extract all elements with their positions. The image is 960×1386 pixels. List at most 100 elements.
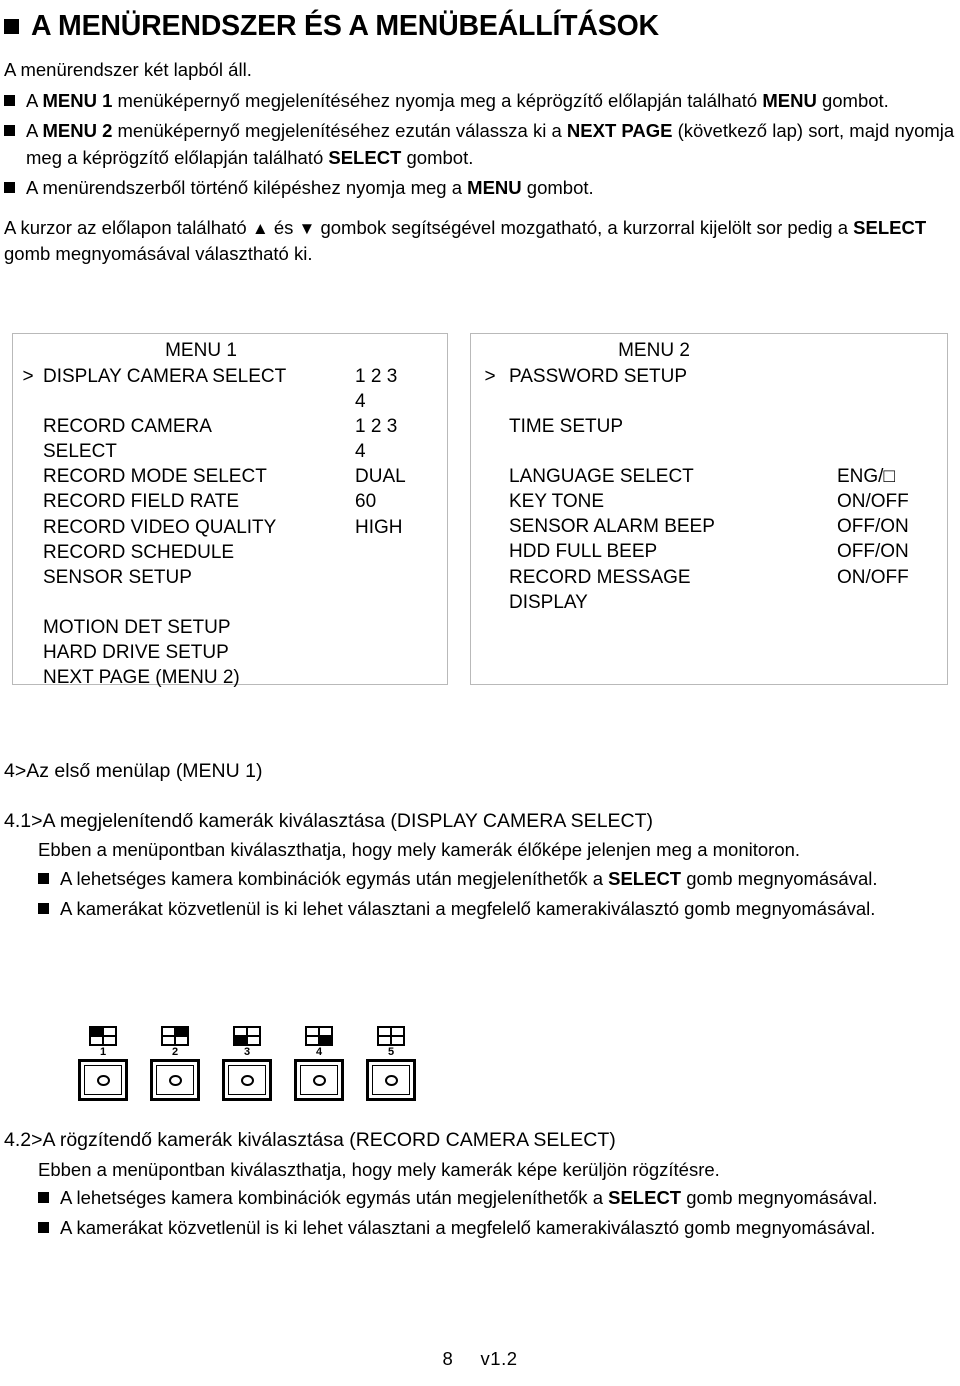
page-title-text: A MENÜRENDSZER ÉS A MENÜBEÁLLÍTÁSOK [31,10,659,42]
quad-cell [378,1036,391,1045]
menu-1-row-label: RECORD SCHEDULE [43,541,235,563]
menu-2-row[interactable] [471,439,947,464]
camera-select-button-4[interactable]: 4 [290,1026,348,1101]
menu-1-row-label: RECORD MODE SELECT [43,466,267,488]
section-4-1-body: Ebben a menüpontban kiválaszthatja, hogy… [38,839,801,861]
section-4-2: 4.2>A rögzítendő kamerák kiválasztása (R… [4,1127,956,1245]
menu-1-row[interactable]: RECORD FIELD RATE 60 [13,489,447,514]
bullet-item-text: A kamerákat közvetlenül is ki lehet vála… [60,896,956,922]
section-4-heading: 4>Az első menülap (MENU 1) [4,760,263,782]
camera-button-number-label: 4 [315,1046,323,1058]
menu-1-row-value: 1 2 3 [355,416,398,438]
menu-1-row[interactable]: RECORD CAMERA 1 2 3 [13,414,447,439]
menu-1-row-label: SELECT [43,441,117,463]
bullet-item-text: A lehetséges kamera kombinációk egymás u… [60,1185,956,1211]
emphasis-text: SELECT [853,217,927,239]
text-run: gomb megnyomásával. [681,867,878,889]
camera-select-button-3[interactable]: 3 [218,1026,276,1101]
menu-2-row-value: ENG/□ [837,466,895,488]
quad-cell [319,1027,332,1036]
section-4: 4>Az első menülap (MENU 1) 4.1>A megjele… [4,758,956,926]
menu-1-row[interactable]: SENSOR SETUP [13,565,447,590]
quad-view-indicator-icon [377,1026,405,1046]
bullet-item-text: A kamerákat közvetlenül is ki lehet vála… [60,1215,956,1241]
quad-cell [247,1027,260,1036]
quad-cell [175,1036,188,1045]
filled-square-bullet-icon [4,95,15,107]
menu-2-row-label: RECORD MESSAGE [509,566,691,588]
bullet-item-text: A lehetséges kamera kombinációk egymás u… [60,866,956,892]
text-run: A lehetséges kamera kombinációk egymás u… [60,1186,609,1208]
menu-1-row[interactable]: > DISPLAY CAMERA SELECT 1 2 3 [13,364,447,389]
quad-cell [103,1036,116,1045]
up-triangle-icon: ▲ [251,219,269,239]
text-run: menüképernyő megjelenítéséhez nyomja meg… [112,90,763,112]
quad-cell [175,1027,188,1036]
bullet-item-text: A MENU 2 menüképernyő megjelenítéséhez e… [26,118,960,171]
quad-cell [234,1036,247,1045]
menu-1-row[interactable]: RECORD SCHEDULE [13,540,447,565]
push-button-dot-icon [240,1074,254,1086]
text-run: A [26,90,43,112]
menu-1-row[interactable]: SELECT 4 [13,439,447,464]
menu-screens-figure: MENU 1 > DISPLAY CAMERA SELECT 1 2 3 4 RECOR… [12,333,948,688]
menu-2-row-label: LANGUAGE SELECT [509,466,694,488]
menu-1-row[interactable]: MOTION DET SETUP [13,615,447,640]
footer-version: v1.2 [480,1348,518,1369]
page-footer: 8 v1.2 [0,1348,960,1370]
quad-view-indicator-icon [233,1026,261,1046]
menu-1-row-list: > DISPLAY CAMERA SELECT 1 2 3 4 RECORD CAMER… [13,364,447,690]
camera-select-button-2[interactable]: 2 [146,1026,204,1101]
bullet-list-item: A kamerákat közvetlenül is ki lehet vála… [38,896,956,922]
text-run: A lehetséges kamera kombinációk egymás u… [60,867,609,889]
cursor-instruction-paragraph: A kurzor az előlapon található ▲ és ▼ go… [4,215,956,268]
push-button-outline-icon[interactable] [294,1059,344,1101]
menu-2-row[interactable] [471,389,947,414]
menu-2-row[interactable]: KEY TONE ON/OFF [471,489,947,514]
quad-view-indicator-icon [161,1026,189,1046]
section-4-2-heading: 4.2>A rögzítendő kamerák kiválasztása (R… [4,1129,616,1151]
quad-cell [306,1036,319,1045]
bullet-list-item: A MENU 2 menüképernyő megjelenítéséhez e… [4,118,960,171]
push-button-outline-icon[interactable] [78,1059,128,1101]
push-button-outline-icon[interactable] [150,1059,200,1101]
camera-select-button-1[interactable]: 1 [74,1026,132,1101]
text-run: A [26,120,43,142]
emphasis-text: SELECT [608,1186,682,1208]
intro-bullet-list: A MENU 1 menüképernyő megjelenítéséhez n… [4,88,960,201]
menu-2-row[interactable]: LANGUAGE SELECT ENG/□ [471,464,947,489]
menu-1-row[interactable]: 4 [13,389,447,414]
menu-2-row[interactable]: TIME SETUP [471,414,947,439]
push-button-outline-icon[interactable] [222,1059,272,1101]
menu-2-row[interactable]: HDD FULL BEEP OFF/ON [471,539,947,564]
menu-2-row[interactable]: SENSOR ALARM BEEP OFF/ON [471,514,947,539]
menu-1-row[interactable]: HARD DRIVE SETUP [13,640,447,665]
quad-cell [247,1036,260,1045]
menu-1-row[interactable]: NEXT PAGE (MENU 2) [13,665,447,690]
menu-1-row[interactable]: RECORD MODE SELECT DUAL [13,464,447,489]
quad-cell [306,1027,319,1036]
menu-2-row[interactable]: DISPLAY [471,590,947,615]
push-button-outline-icon[interactable] [366,1059,416,1101]
quad-cell [234,1027,247,1036]
menu-2-row-value: ON/OFF [837,566,909,588]
text-run: A kamerákat közvetlenül is ki lehet vála… [60,1217,876,1239]
filled-square-bullet-icon [4,19,19,34]
menu-1-row[interactable] [13,590,447,615]
text-run: A menürendszerből történő kilépéshez nyo… [26,176,468,198]
emphasis-text: SELECT [608,867,682,889]
text-run: gomb megnyomásával választható ki. [4,243,313,265]
menu-2-row[interactable]: RECORD MESSAGE ON/OFF [471,565,947,590]
intro-section: A menürendszer két lapból áll. A MENU 1 … [4,57,960,201]
camera-select-button-5[interactable]: 5 [362,1026,420,1101]
cursor-marker-icon: > [22,366,34,388]
menu-1-row[interactable]: RECORD VIDEO QUALITY HIGH [13,515,447,540]
push-button-dot-icon [96,1074,110,1086]
filled-square-bullet-icon [4,181,15,193]
menu-2-row[interactable]: > PASSWORD SETUP [471,364,947,389]
emphasis-text: NEXT PAGE [566,120,673,142]
menu-1-screen: MENU 1 > DISPLAY CAMERA SELECT 1 2 3 4 RECOR… [12,333,448,688]
menu-1-row-value: 4 [355,391,366,413]
push-button-dot-icon [384,1074,398,1086]
menu-1-row-label: RECORD CAMERA [43,416,212,438]
